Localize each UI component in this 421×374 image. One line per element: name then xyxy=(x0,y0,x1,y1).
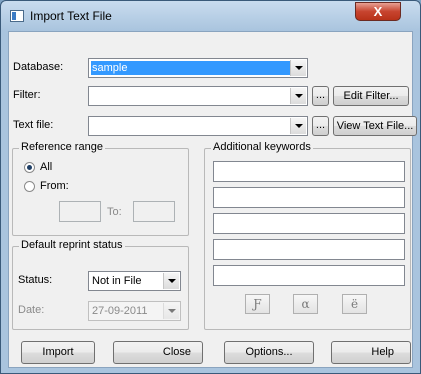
all-label[interactable]: All xyxy=(40,161,52,173)
text-file-dropdown-arrow-icon[interactable] xyxy=(290,118,306,134)
import-button[interactable]: Import xyxy=(21,341,95,364)
text-file-label: Text file: xyxy=(13,119,54,131)
filter-label: Filter: xyxy=(13,89,41,101)
window-icon xyxy=(10,10,24,22)
from-radio[interactable] xyxy=(24,181,35,192)
database-label: Database: xyxy=(13,61,64,73)
status-combo[interactable]: Not in File xyxy=(88,271,181,291)
status-label: Status: xyxy=(18,274,53,286)
default-reprint-status-group: Default reprint status Status: Not in Fi… xyxy=(12,239,189,330)
close-button[interactable]: Close xyxy=(113,341,203,364)
reference-range-group: Reference range All From: To: xyxy=(12,141,189,236)
date-value: 27-09-2011 xyxy=(92,305,148,317)
additional-keywords-title: Additional keywords xyxy=(211,141,313,153)
filter-combo[interactable] xyxy=(88,86,308,106)
help-button[interactable]: Help xyxy=(331,341,411,364)
edit-filter-button[interactable]: Edit Filter... xyxy=(333,86,409,106)
status-dropdown-arrow-icon[interactable] xyxy=(163,273,179,289)
status-value: Not in File xyxy=(92,275,142,287)
to-label: To: xyxy=(107,206,122,218)
import-text-file-window: Import Text File X Database: sample Filt… xyxy=(0,0,421,374)
date-label: Date: xyxy=(18,304,45,316)
text-file-combo[interactable] xyxy=(88,116,308,136)
default-reprint-status-title: Default reprint status xyxy=(19,239,125,251)
keyword-input-4[interactable] xyxy=(213,239,405,260)
filter-browse-button[interactable]: ... xyxy=(312,86,329,106)
options-button[interactable]: Options... xyxy=(224,341,314,364)
special-char-e-umlaut-button[interactable]: ë xyxy=(342,294,367,314)
from-label[interactable]: From: xyxy=(40,180,69,192)
keyword-input-2[interactable] xyxy=(213,187,405,208)
date-dropdown-arrow-icon[interactable] xyxy=(163,303,179,319)
keyword-input-3[interactable] xyxy=(213,213,405,234)
date-combo[interactable]: 27-09-2011 xyxy=(88,301,181,321)
from-input[interactable] xyxy=(59,201,101,222)
view-text-file-button[interactable]: View Text File... xyxy=(333,116,417,136)
database-dropdown-arrow-icon[interactable] xyxy=(290,60,306,76)
keyword-input-5[interactable] xyxy=(213,265,405,286)
text-file-browse-button[interactable]: ... xyxy=(312,116,329,136)
to-input[interactable] xyxy=(133,201,175,222)
title-bar[interactable]: Import Text File X xyxy=(1,1,420,31)
keyword-input-1[interactable] xyxy=(213,161,405,182)
all-radio[interactable] xyxy=(24,162,35,173)
special-char-alpha-button[interactable]: α xyxy=(293,294,318,314)
close-window-button[interactable]: X xyxy=(355,2,401,21)
window-title: Import Text File xyxy=(30,9,112,23)
special-char-f-button[interactable]: Ƒ xyxy=(245,294,270,314)
reference-range-title: Reference range xyxy=(19,141,105,153)
database-combo[interactable]: sample xyxy=(88,58,308,78)
filter-dropdown-arrow-icon[interactable] xyxy=(290,88,306,104)
database-value: sample xyxy=(91,61,290,75)
dialog-body: Database: sample Filter: ... Edit Filter… xyxy=(8,31,417,368)
